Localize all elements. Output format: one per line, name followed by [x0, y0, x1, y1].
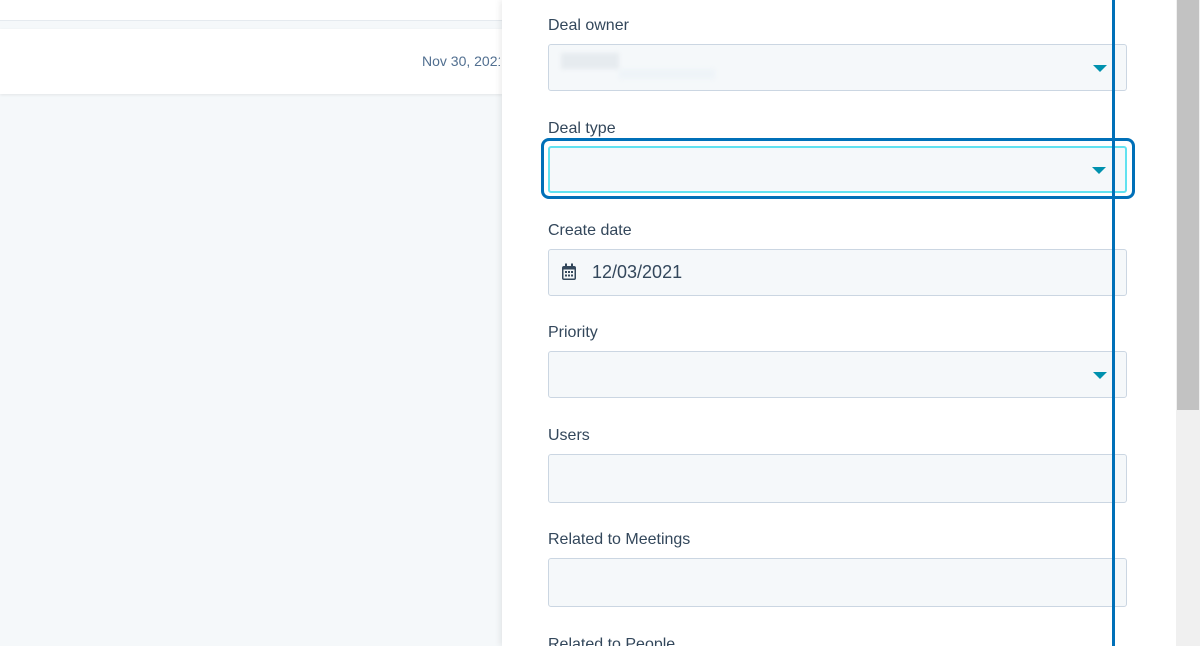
- create-date-input[interactable]: 12/03/2021: [548, 249, 1127, 296]
- chevron-down-icon: [1092, 166, 1106, 174]
- record-edit-panel: Deal owner Deal type Create date 12/03/2…: [502, 0, 1176, 646]
- related-meetings-label: Related to Meetings: [548, 531, 691, 548]
- scrollbar-thumb[interactable]: [1177, 0, 1199, 410]
- blurred-owner-name: [561, 53, 619, 69]
- users-label: Users: [548, 427, 590, 444]
- deal-owner-label: Deal owner: [548, 17, 629, 34]
- background-page: [0, 0, 502, 646]
- users-input[interactable]: [548, 454, 1127, 503]
- related-meetings-input[interactable]: [548, 558, 1127, 607]
- priority-label: Priority: [548, 324, 598, 341]
- create-date-value: 12/03/2021: [592, 262, 683, 282]
- blurred-owner-email: [619, 69, 715, 79]
- deal-owner-select[interactable]: [548, 44, 1127, 91]
- calendar-icon: [562, 263, 576, 280]
- chevron-down-icon: [1093, 64, 1107, 72]
- deal-type-select[interactable]: [548, 146, 1127, 193]
- create-date-label: Create date: [548, 222, 632, 239]
- related-people-label: Related to People: [548, 636, 676, 646]
- chevron-down-icon: [1093, 371, 1107, 379]
- background-top-strip: [0, 0, 502, 21]
- deal-type-label: Deal type: [548, 120, 616, 137]
- vertical-guide-line: [1112, 0, 1115, 646]
- priority-select[interactable]: [548, 351, 1127, 398]
- background-date-text: Nov 30, 2021: [422, 53, 500, 69]
